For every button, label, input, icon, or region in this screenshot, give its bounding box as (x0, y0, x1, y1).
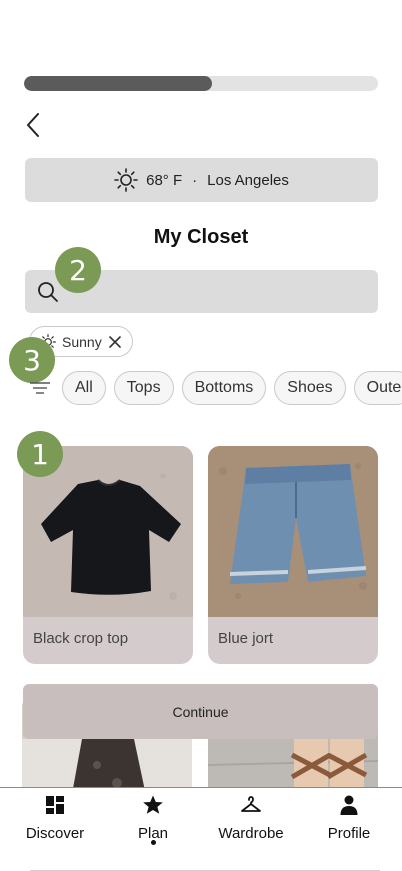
closet-item-card[interactable]: Black crop top (23, 446, 193, 664)
filter-icon[interactable] (28, 378, 52, 398)
weather-location: Los Angeles (207, 171, 289, 189)
closet-item-card[interactable]: Blue jort (208, 446, 378, 664)
nav-item-discover[interactable]: Discover (12, 788, 98, 871)
step-badge-3: 3 (9, 337, 55, 383)
search-input[interactable] (69, 270, 369, 313)
category-chip-all[interactable]: All (62, 371, 106, 405)
star-icon (143, 795, 163, 814)
item-label: Black crop top (33, 630, 129, 647)
person-icon (340, 795, 358, 815)
category-chip-outerwear[interactable]: Oute (353, 371, 402, 405)
step-badge-1: 1 (17, 431, 63, 477)
continue-button[interactable]: Continue (23, 684, 378, 739)
weather-temperature: 68° F (146, 171, 183, 189)
grid-icon (46, 796, 64, 814)
nav-item-wardrobe[interactable]: Wardrobe (208, 788, 294, 871)
category-filter-row: All Tops Bottoms Shoes Oute (62, 371, 402, 405)
step-badge-2: 2 (55, 247, 101, 293)
back-button[interactable] (20, 110, 46, 140)
category-chip-shoes[interactable]: Shoes (274, 371, 346, 405)
progress-bar (24, 76, 378, 91)
category-chip-bottoms[interactable]: Bottoms (181, 371, 267, 405)
chevron-left-icon (27, 113, 39, 137)
hanger-icon (241, 796, 261, 812)
shorts-image (208, 446, 378, 617)
nav-label-discover: Discover (25, 825, 85, 842)
nav-item-plan[interactable]: Plan (110, 788, 196, 871)
search-icon (38, 282, 58, 302)
weather-separator: · (192, 171, 198, 189)
page-title: My Closet (153, 226, 249, 248)
category-chip-tops[interactable]: Tops (113, 371, 174, 405)
progress-fill (24, 76, 212, 91)
item-label: Blue jort (218, 630, 274, 647)
nav-item-profile[interactable]: Profile (306, 788, 392, 871)
active-filter-label: Sunny (62, 333, 102, 350)
weather-bar: 68° F · Los Angeles (25, 158, 378, 202)
active-nav-indicator (150, 840, 156, 845)
nav-label-profile: Profile (327, 825, 371, 842)
bottom-nav: Discover Plan Wardrobe Profile (0, 787, 402, 871)
close-icon[interactable] (108, 335, 122, 349)
sun-icon (114, 168, 138, 192)
nav-label-wardrobe: Wardrobe (218, 825, 284, 842)
item-photo (208, 446, 378, 617)
